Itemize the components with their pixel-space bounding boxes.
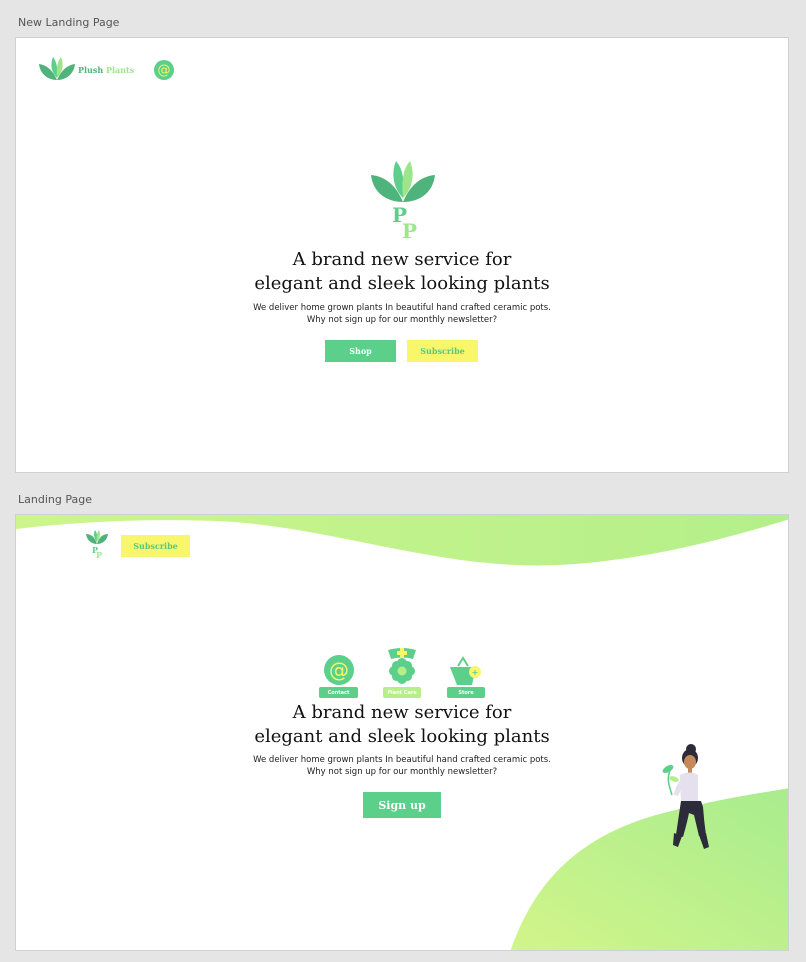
plant-care-icon[interactable] <box>386 646 418 686</box>
svg-text:+: + <box>472 668 479 677</box>
headline: A brand new service for elegant and slee… <box>16 701 788 749</box>
subscribe-button[interactable]: Subscribe <box>407 340 478 362</box>
plant-care-label[interactable]: Plant Care <box>383 687 421 698</box>
artboard-landing-page: P P Subscribe @ Contact Plant Care + Sto… <box>15 514 789 951</box>
plush-plants-pp-logo-icon: P P <box>371 161 435 243</box>
subtext-line-1: We deliver home grown plants In beautifu… <box>253 303 551 313</box>
shop-button[interactable]: Shop <box>325 340 396 362</box>
brand-name-part1: Plush <box>78 65 104 75</box>
subtext: We deliver home grown plants In beautifu… <box>16 302 788 326</box>
headline: A brand new service for elegant and slee… <box>16 248 788 296</box>
headline-line-1: A brand new service for <box>292 249 512 270</box>
svg-text:P: P <box>402 219 417 243</box>
headline-line-2: elegant and sleek looking plants <box>254 273 550 294</box>
sign-up-button[interactable]: Sign up <box>363 792 441 818</box>
contact-label[interactable]: Contact <box>319 687 358 698</box>
lotus-logo-icon <box>39 57 75 80</box>
headline-line-1: A brand new service for <box>292 702 512 723</box>
store-label[interactable]: Store <box>447 687 485 698</box>
contact-at-icon[interactable]: @ <box>324 655 354 685</box>
svg-text:P: P <box>96 550 102 559</box>
subtext-line-2: Why not sign up for our monthly newslett… <box>306 315 498 325</box>
artboard-label: New Landing Page <box>18 16 120 29</box>
artboard-new-landing-page: Plush Plants @ P P A brand new service f… <box>15 37 789 473</box>
brand-name[interactable]: Plush Plants <box>78 65 134 75</box>
woman-with-plant-illustration <box>662 744 709 849</box>
artboard-label: Landing Page <box>18 493 92 506</box>
store-icon[interactable]: + <box>448 655 484 687</box>
pp-small-logo-icon: P P <box>86 530 108 559</box>
contact-at-icon[interactable]: @ <box>154 60 174 80</box>
brand-name-part2: Plants <box>106 65 135 75</box>
subscribe-button[interactable]: Subscribe <box>121 535 190 557</box>
bottom-hill <box>510 788 788 950</box>
